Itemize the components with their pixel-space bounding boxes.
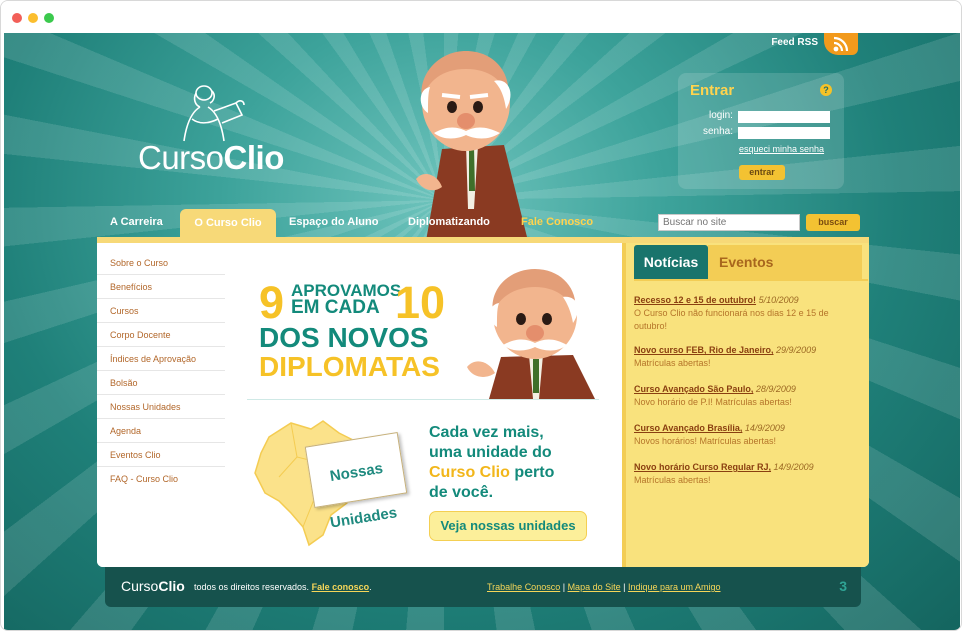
promo-line-em-cada: EM CADA (291, 297, 380, 318)
sidebar-item-beneficios[interactable]: Benefícios (97, 275, 225, 299)
maximize-window-button[interactable] (44, 13, 54, 23)
rss-icon[interactable] (824, 33, 858, 55)
promo-area: 9 APROVAMOS EM CADA 10 DOS NOVOS DIPLOMA… (247, 251, 603, 561)
view-units-button[interactable]: Veja nossas unidades (429, 511, 587, 541)
footer: CursoClio todos os direitos reservados. … (105, 567, 861, 607)
promo-number-10: 10 (395, 277, 446, 328)
news-item[interactable]: Recesso 12 e 15 de outubro! 5/10/2009 O … (634, 294, 864, 333)
sidebar-menu: Sobre o Curso Benefícios Cursos Corpo Do… (97, 243, 227, 567)
news-item[interactable]: Novo horário Curso Regular RJ, 14/9/2009… (634, 461, 864, 487)
professor-mascot-small (467, 269, 595, 399)
nossas-unidades-card[interactable]: Nossas Unidades (304, 432, 408, 532)
units-message: Cada vez mais, uma unidade do Curso Clio… (429, 424, 555, 501)
news-item[interactable]: Curso Avançado São Paulo, 28/9/2009 Novo… (634, 383, 864, 409)
sidebar-item-corpo-docente[interactable]: Corpo Docente (97, 323, 225, 347)
professor-mascot (416, 51, 528, 241)
sidebar-item-eventos-clio[interactable]: Eventos Clio (97, 443, 225, 467)
footer-contact-link[interactable]: Fale conosco (312, 582, 370, 592)
password-input[interactable] (738, 127, 830, 139)
footer-rights: todos os direitos reservados. Fale conos… (194, 582, 372, 592)
window-titlebar (1, 1, 961, 33)
sidebar-item-nossas-unidades[interactable]: Nossas Unidades (97, 395, 225, 419)
nav-item-a-carreira[interactable]: A Carreira (110, 216, 163, 228)
sidebar-item-agenda[interactable]: Agenda (97, 419, 225, 443)
sidebar-item-indices-de-aprovacao[interactable]: Índices de Aprovação (97, 347, 225, 371)
search-button[interactable]: buscar (806, 214, 860, 231)
nav-item-diplomatizando[interactable]: Diplomatizando (408, 216, 490, 228)
login-box: Entrar ? login: senha: esqueci minha sen… (678, 73, 844, 189)
promo-line-dos-novos: DOS NOVOS (259, 322, 429, 353)
close-window-button[interactable] (12, 13, 22, 23)
footer-link-indique[interactable]: Indique para um Amigo (628, 582, 721, 592)
site-page: Feed RSS CursoClio Entrar ? login: senha… (4, 33, 960, 630)
sidebar-item-faq[interactable]: FAQ - Curso Clio (97, 467, 225, 491)
browser-window: Feed RSS CursoClio Entrar ? login: senha… (0, 0, 962, 631)
promo-line-diplomatas: DIPLOMATAS (259, 351, 440, 382)
promo-number-9: 9 (259, 277, 285, 328)
news-item[interactable]: Curso Avançado Brasília, 14/9/2009 Novos… (634, 422, 864, 448)
footer-link-trabalhe-conosco[interactable]: Trabalhe Conosco (487, 582, 560, 592)
minimize-window-button[interactable] (28, 13, 38, 23)
login-input[interactable] (738, 111, 830, 123)
footer-links: Trabalhe Conosco | Mapa do Site | Indiqu… (487, 582, 721, 592)
nav-item-fale-conosco[interactable]: Fale Conosco (521, 216, 593, 228)
help-icon[interactable]: ? (820, 84, 832, 96)
search-input[interactable] (658, 214, 800, 231)
clio-muse-icon (183, 85, 245, 142)
login-submit-button[interactable]: entrar (739, 165, 785, 180)
forgot-password-link[interactable]: esqueci minha senha (739, 144, 824, 154)
nav-item-espaco-do-aluno[interactable]: Espaço do Aluno (289, 216, 378, 228)
footer-page-number: 3 (839, 578, 847, 594)
login-label: login: (709, 110, 733, 121)
news-item[interactable]: Novo curso FEB, Rio de Janeiro, 29/9/200… (634, 344, 864, 370)
nav-item-o-curso-clio[interactable]: O Curso Clio (180, 209, 276, 239)
tab-underline (634, 279, 868, 281)
sidebar-item-sobre-o-curso[interactable]: Sobre o Curso (97, 251, 225, 275)
password-label: senha: (703, 126, 734, 137)
promo-divider (247, 399, 599, 400)
tab-eventos[interactable]: Eventos (708, 245, 862, 279)
footer-link-mapa-do-site[interactable]: Mapa do Site (568, 582, 621, 592)
content-panel: Sobre o Curso Benefícios Cursos Corpo Do… (97, 237, 869, 567)
tab-noticias[interactable]: Notícias (634, 245, 708, 279)
news-panel: Notícias Eventos Recesso 12 e 15 de outu… (622, 243, 869, 567)
rss-feed-link[interactable]: Feed RSS (771, 37, 818, 48)
sidebar-item-cursos[interactable]: Cursos (97, 299, 225, 323)
logo-wordmark: CursoClio (138, 139, 284, 176)
login-title: Entrar (690, 82, 735, 99)
footer-logo[interactable]: CursoClio (121, 578, 185, 594)
sidebar-item-bolsao[interactable]: Bolsão (97, 371, 225, 395)
curso-clio-logo[interactable]: CursoClio (138, 83, 308, 176)
